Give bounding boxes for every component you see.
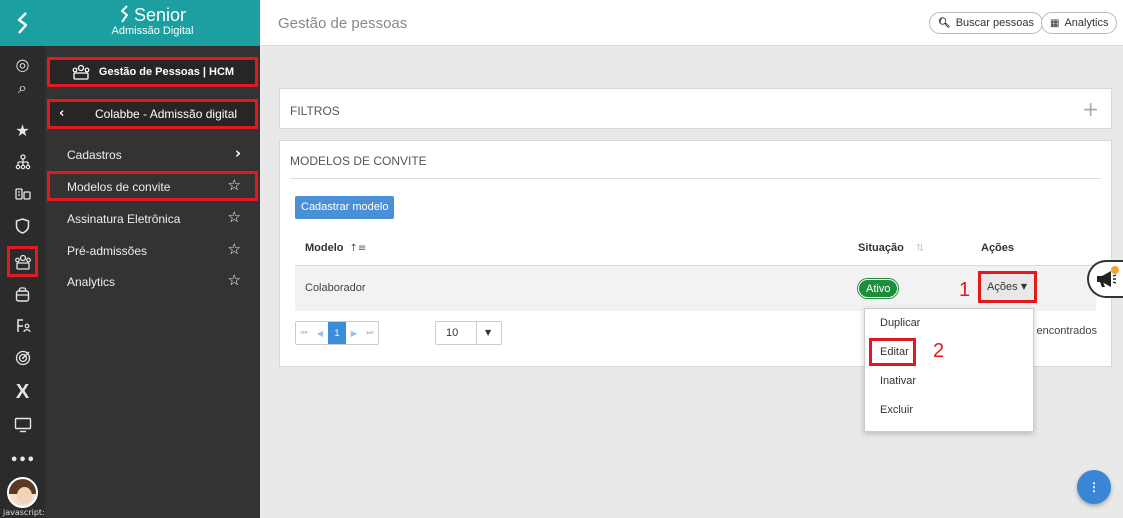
actions-menu: Duplicar Editar Inativar Excluir [864, 308, 1034, 432]
people-tools-icon[interactable] [0, 180, 45, 208]
actions-label: Ações [987, 281, 1018, 293]
sidebar-item-label: Analytics [67, 275, 116, 289]
filters-title: FILTROS [290, 104, 340, 118]
sidebar-item-label: Pré-admissões [67, 244, 148, 258]
x-icon[interactable]: X [0, 378, 45, 406]
hcm-people-icon [72, 64, 90, 80]
top-bar: Gestão de pessoas 🔍︎ Buscar pessoas ▦ Anal… [260, 0, 1123, 46]
sidebar-item-pre-admissoes[interactable]: Pré-admissões ☆ [45, 235, 260, 265]
star-outline-icon[interactable]: ☆ [228, 176, 241, 194]
cell-model: Colaborador [305, 282, 366, 294]
info-fab-button[interactable]: ⋮ [1077, 470, 1111, 504]
chevron-left-icon: ‹ [59, 106, 65, 121]
star-icon[interactable]: ★ [0, 116, 45, 144]
back-to-colabbe[interactable]: ‹ Colabbe - Admissão digital [47, 99, 258, 129]
sidebar-item-label: Cadastros [67, 148, 122, 162]
expand-plus-icon[interactable]: + [1082, 97, 1099, 121]
status-badge: Ativo [858, 279, 899, 298]
sidebar-item-label: Assinatura Eletrônica [67, 212, 181, 226]
page-1-button[interactable]: 1 [328, 322, 346, 344]
sidebar-item-assinatura-eletronica[interactable]: Assinatura Eletrônica ☆ [45, 203, 260, 233]
last-page-button[interactable]: ⏭ [362, 322, 378, 344]
search-icon: 🔍︎ [938, 17, 951, 29]
divider [290, 178, 1101, 179]
senior-logo-icon[interactable] [0, 0, 45, 46]
filters-card[interactable]: FILTROS + [279, 88, 1112, 129]
next-page-button[interactable]: ▶ [346, 322, 362, 344]
step-annotation-1: 1 [959, 279, 971, 301]
person-badge-icon[interactable] [0, 312, 45, 340]
prev-page-button[interactable]: ◀ [312, 322, 328, 344]
analytics-button[interactable]: ▦ Analytics [1041, 12, 1118, 34]
pagination: ⏮ ◀ 1 ▶ ⏭ [295, 321, 379, 345]
avatar[interactable] [7, 477, 38, 508]
table-row[interactable]: Colaborador Ativo Ações ▼ [295, 266, 1096, 311]
shield-icon[interactable] [0, 212, 45, 240]
page-size-value: 10 [446, 327, 459, 339]
models-title: MODELOS DE CONVITE [290, 154, 427, 168]
page-title: Gestão de pessoas [278, 15, 408, 32]
search-people-button[interactable]: 🔍︎ Buscar pessoas [929, 12, 1043, 34]
star-outline-icon[interactable]: ☆ [228, 208, 241, 226]
column-header-acoes: Ações [981, 242, 1014, 254]
sidebar-item-modelos-de-convite[interactable]: Modelos de convite ☆ [47, 171, 258, 201]
sidebar-item-cadastros[interactable]: Cadastros › [45, 139, 260, 169]
sidebar: Senior Admissão Digital Gestão de Pessoa… [45, 0, 260, 518]
actions-dropdown-button[interactable]: Ações ▼ [978, 271, 1037, 303]
search-people-label: Buscar pessoas [955, 17, 1034, 29]
column-header-situacao[interactable]: Situação ⇅ [858, 242, 924, 254]
divider [476, 322, 477, 344]
notification-dot [1111, 266, 1119, 274]
chevron-right-icon: › [234, 144, 241, 162]
org-chart-icon[interactable] [0, 148, 45, 176]
hcm-people-icon[interactable] [7, 246, 38, 277]
sidebar-item-analytics[interactable]: Analytics ☆ [45, 266, 260, 296]
column-header-label: Ações [981, 242, 1015, 254]
add-model-button[interactable]: Cadastrar modelo [295, 196, 395, 219]
page-size-select[interactable]: 10 ▼ [435, 321, 502, 345]
brand-name-text: Senior [133, 5, 187, 25]
announcements-button[interactable] [1087, 260, 1123, 298]
module-gestao-pessoas[interactable]: Gestão de Pessoas | HCM [47, 57, 258, 87]
sort-asc-icon[interactable]: ↑≡ [350, 243, 367, 254]
menu-item-editar[interactable]: Editar [869, 338, 916, 366]
menu-item-duplicar[interactable]: Duplicar [880, 317, 920, 329]
grid-icon: ▦ [1050, 17, 1060, 29]
step-annotation-2: 2 [933, 340, 945, 362]
search-icon[interactable]: ⌕ [0, 80, 45, 96]
monitor-icon[interactable] [0, 411, 45, 439]
menu-item-inativar[interactable]: Inativar [880, 375, 916, 387]
column-header-label: Modelo [305, 242, 344, 254]
module-label: Gestão de Pessoas | HCM [98, 66, 235, 78]
star-outline-icon[interactable]: ☆ [228, 271, 241, 289]
brand-subtitle: Admissão Digital [111, 25, 194, 37]
more-icon[interactable]: ••• [0, 446, 45, 474]
caret-down-icon: ▼ [485, 328, 492, 337]
first-page-button[interactable]: ⏮ [296, 322, 312, 344]
target-icon[interactable] [0, 344, 45, 372]
brand-name: Senior [45, 5, 260, 25]
menu-item-excluir[interactable]: Excluir [880, 404, 913, 416]
brand-header[interactable]: Senior Admissão Digital [45, 0, 260, 46]
star-outline-icon[interactable]: ☆ [228, 240, 241, 258]
sidebar-item-label: Modelos de convite [67, 180, 171, 194]
back-label: Colabbe - Admissão digital [95, 107, 238, 121]
sort-icon[interactable]: ⇅ [916, 243, 924, 254]
column-header-label: Situação [858, 242, 904, 254]
column-header-modelo[interactable]: Modelo ↑≡ [305, 242, 366, 254]
analytics-label: Analytics [1064, 17, 1109, 29]
briefcase-icon[interactable] [0, 280, 45, 308]
icon-rail: ◎ ⌕ ★ X ••• javascript:void(0) [0, 0, 77, 518]
avatar-face [17, 487, 32, 504]
user-circle-icon[interactable]: ◎ [0, 50, 45, 78]
caret-down-icon: ▼ [1020, 282, 1027, 291]
